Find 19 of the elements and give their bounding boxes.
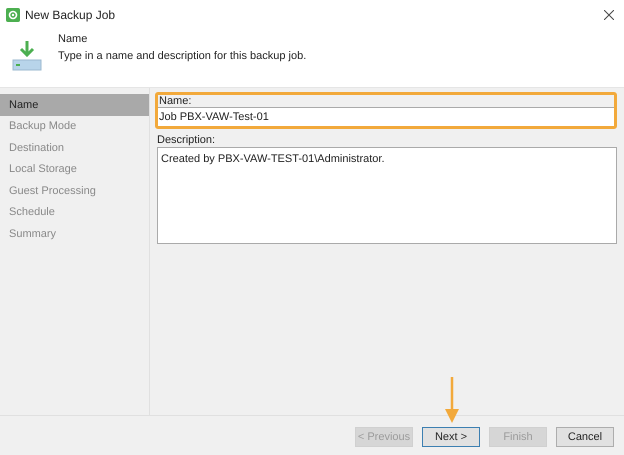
field-label: Description: — [157, 134, 216, 147]
description-field[interactable]: Created by PBX-VAW-TEST-01\Administrator. — [157, 147, 617, 244]
sidebar-item[interactable]: Destination — [0, 137, 149, 158]
wizard-button[interactable]: Next > — [422, 426, 480, 447]
sidebar-item[interactable]: Guest Processing — [0, 180, 149, 202]
sidebar-item[interactable]: Summary — [0, 223, 149, 244]
sidebar-item[interactable]: Schedule — [0, 202, 149, 223]
close-icon[interactable] — [604, 10, 614, 20]
wizard-button[interactable]: Cancel — [556, 426, 614, 447]
step-description: Type in a name and description for this backup job. — [58, 49, 306, 64]
sidebar-item[interactable]: Local Storage — [0, 158, 149, 180]
window-title: New Backup Job — [25, 7, 116, 24]
app-logo-icon — [6, 8, 20, 22]
sidebar-item[interactable]: Backup Mode — [0, 116, 149, 137]
name-field[interactable]: Name: Job PBX-VAW-Test-01 — [155, 92, 617, 129]
step-heading: Name — [58, 32, 88, 47]
backup-download-icon — [12, 38, 42, 72]
sidebar-item[interactable]: Name — [0, 94, 149, 116]
input-field[interactable]: Job PBX-VAW-Test-01 — [158, 107, 614, 126]
